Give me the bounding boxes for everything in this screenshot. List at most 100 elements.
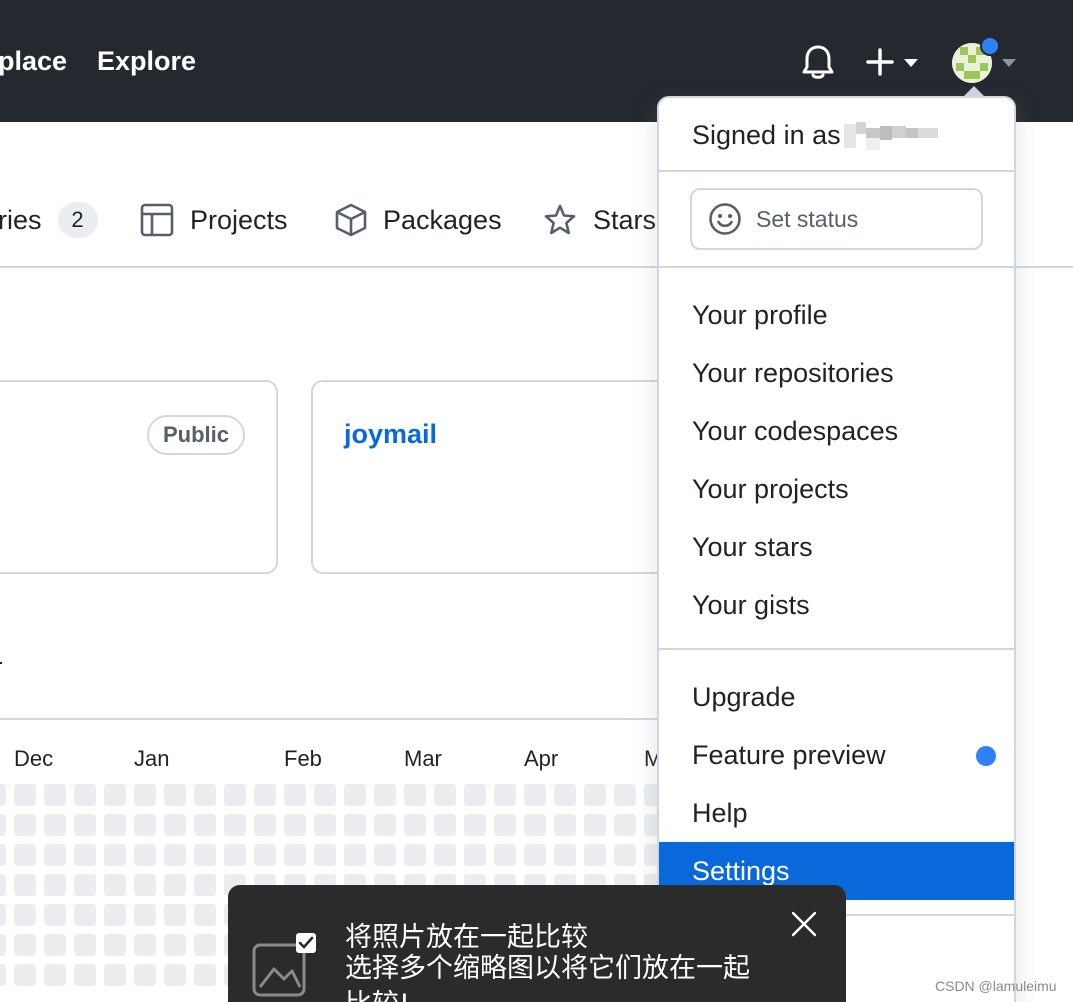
month-label: Jan <box>134 746 170 771</box>
contribution-cell <box>194 904 216 926</box>
pinned-repo-card <box>311 380 691 574</box>
contribution-cell <box>614 844 636 866</box>
contribution-cell <box>0 874 6 896</box>
contribution-cell <box>164 844 186 866</box>
contribution-cell <box>194 964 216 986</box>
menu-item-help[interactable]: Help <box>659 784 1014 842</box>
contribution-cell <box>434 784 456 806</box>
set-status-button[interactable]: Set status <box>690 188 983 250</box>
contribution-cell <box>524 814 546 836</box>
menu-divider <box>659 170 1014 172</box>
avatar-menu-button[interactable] <box>950 36 1020 86</box>
set-status-label: Set status <box>756 205 859 232</box>
month-label: Mar <box>404 746 442 771</box>
menu-item-upgrade[interactable]: Upgrade <box>659 668 1014 726</box>
contribution-cell <box>374 784 396 806</box>
contribution-cell <box>0 934 6 956</box>
contribution-cell <box>0 844 6 866</box>
contribution-cell <box>344 784 366 806</box>
contribution-cell <box>134 814 156 836</box>
contribution-cell <box>134 934 156 956</box>
contribution-cell <box>14 874 36 896</box>
contribution-cell <box>74 934 96 956</box>
menu-item-your-repositories[interactable]: Your repositories <box>659 344 1014 402</box>
nav-link-marketplace[interactable]: place <box>0 44 67 78</box>
contribution-cell <box>14 934 36 956</box>
contribution-cell <box>134 904 156 926</box>
contribution-cell <box>134 784 156 806</box>
contribution-cell <box>0 784 6 806</box>
bell-icon[interactable] <box>801 44 835 80</box>
nav-link-explore[interactable]: Explore <box>97 44 196 78</box>
repositories-count-badge: 2 <box>57 202 98 238</box>
contribution-cell <box>614 814 636 836</box>
tab-repositories[interactable]: ries 2 <box>0 198 98 242</box>
contribution-cell <box>344 844 366 866</box>
menu-item-your-stars[interactable]: Your stars <box>659 518 1014 576</box>
contribution-cell <box>104 844 126 866</box>
contribution-cell <box>584 814 606 836</box>
contribution-cell <box>404 814 426 836</box>
contribution-cell <box>434 844 456 866</box>
chevron-down-icon <box>1002 59 1016 67</box>
contribution-cell <box>314 814 336 836</box>
create-new-menu[interactable] <box>866 44 924 80</box>
contribution-cell <box>164 814 186 836</box>
contribution-cell <box>104 964 126 986</box>
star-icon <box>544 204 576 235</box>
contribution-cell <box>374 814 396 836</box>
tab-projects[interactable]: Projects <box>140 198 288 242</box>
visibility-badge: Public <box>147 415 246 455</box>
contribution-cell <box>74 964 96 986</box>
contribution-cell <box>194 844 216 866</box>
tab-label: Packages <box>383 204 502 235</box>
month-label: Feb <box>284 746 322 771</box>
contribution-cell <box>314 844 336 866</box>
tab-packages[interactable]: Packages <box>335 198 502 242</box>
contribution-cell <box>194 784 216 806</box>
contribution-cell <box>44 904 66 926</box>
tab-stars[interactable]: Stars <box>543 198 656 242</box>
plus-icon <box>866 48 894 76</box>
contribution-cell <box>524 844 546 866</box>
contribution-cell <box>164 784 186 806</box>
menu-item-feature-preview[interactable]: Feature preview <box>659 726 1014 784</box>
account-dropdown-menu: Signed in as Set status Your profile You… <box>657 96 1016 1002</box>
contribution-cell <box>0 814 6 836</box>
username-redacted <box>844 118 940 154</box>
contribution-cell <box>164 904 186 926</box>
menu-item-your-profile[interactable]: Your profile <box>659 286 1014 344</box>
contribution-cell <box>74 844 96 866</box>
menu-item-your-projects[interactable]: Your projects <box>659 460 1014 518</box>
contribution-cell <box>44 784 66 806</box>
menu-item-your-gists[interactable]: Your gists <box>659 576 1014 634</box>
contribution-cell <box>0 904 6 926</box>
signed-in-label: Signed in as <box>692 120 841 150</box>
contribution-cell <box>104 814 126 836</box>
contribution-cell <box>374 844 396 866</box>
contribution-cell <box>464 814 486 836</box>
contribution-cell <box>254 814 276 836</box>
tab-label: ries <box>0 204 42 235</box>
contribution-cell <box>284 814 306 836</box>
contribution-cell <box>164 964 186 986</box>
menu-divider <box>659 648 1014 650</box>
contribution-cell <box>44 934 66 956</box>
contribution-cell <box>194 814 216 836</box>
contribution-cell <box>464 784 486 806</box>
contribution-cell <box>14 964 36 986</box>
contribution-cell <box>74 814 96 836</box>
menu-item-your-codespaces[interactable]: Your codespaces <box>659 402 1014 460</box>
contribution-cell <box>134 844 156 866</box>
toast-body: 选择多个缩略图以将它们放在一起比较! <box>345 953 750 1002</box>
contribution-cell <box>74 784 96 806</box>
contribution-cell <box>404 844 426 866</box>
contribution-cell <box>194 934 216 956</box>
contribution-cell <box>224 784 246 806</box>
contribution-cell <box>104 874 126 896</box>
close-icon[interactable] <box>790 910 818 938</box>
contribution-cell <box>494 844 516 866</box>
watermark: CSDN @lamuleimu <box>935 978 1057 994</box>
contribution-cell <box>164 874 186 896</box>
repo-link[interactable]: joymail <box>344 419 437 450</box>
